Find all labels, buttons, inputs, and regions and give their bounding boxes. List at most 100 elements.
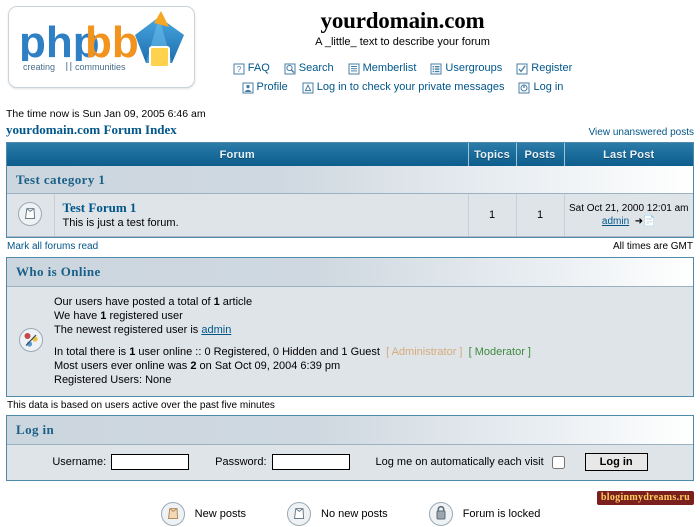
nav-private-messages[interactable]: Log in to check your private messages <box>302 79 504 96</box>
legend-new-posts: New posts <box>160 501 246 527</box>
username-input[interactable] <box>111 454 190 470</box>
no-new-posts-icon <box>287 502 312 526</box>
newest-user-link[interactable]: admin <box>201 324 231 336</box>
username-label: Username: <box>52 456 107 468</box>
who-is-online-icon-cell <box>7 286 54 396</box>
view-unanswered-posts-link[interactable]: View unanswered posts <box>589 127 694 138</box>
record-suffix: on Sat Oct 09, 2004 6:39 pm <box>196 360 341 372</box>
record-prefix: Most users ever online was <box>54 360 191 372</box>
record-online-line: Most users ever online was 2 on Sat Oct … <box>54 359 685 373</box>
last-post-author-link[interactable]: admin <box>602 216 629 227</box>
registered-list-line: Registered Users: None <box>54 374 172 386</box>
login-form: Username: Password: Log me on automatica… <box>7 453 693 471</box>
forum-table: Forum Topics Posts Last Post Test catego… <box>7 143 693 237</box>
login-title: Log in <box>16 422 55 437</box>
forum-link-test-forum-1[interactable]: Test Forum 1 <box>63 200 460 216</box>
registered-suffix: registered user <box>106 310 183 322</box>
timezone-label: All times are GMT <box>612 241 693 252</box>
new-posts-icon <box>160 502 185 526</box>
watermark: bloginmydreams.ru <box>596 491 694 505</box>
legend-no-new-posts: No new posts <box>286 501 388 527</box>
nav-memberlist-label: Memberlist <box>362 62 417 74</box>
register-icon <box>516 63 528 74</box>
who-is-online-icon <box>18 328 43 352</box>
header-main: yourdomain.com A _little_ text to descri… <box>205 6 600 96</box>
autologin-checkbox[interactable] <box>551 455 565 469</box>
mark-all-forums-read-link[interactable]: Mark all forums read <box>7 241 98 252</box>
nav-search[interactable]: Search <box>284 60 334 77</box>
nav-memberlist[interactable]: Memberlist <box>348 60 417 77</box>
online-middle: user online :: 0 Registered, 0 Hidden an… <box>135 346 380 358</box>
registered-users-line: We have 1 registered user <box>54 309 685 323</box>
role-legend-administrator: [ Administrator ] <box>386 346 463 358</box>
forum-page: php bb creating communities yourdomain.c… <box>0 0 700 526</box>
usergroups-icon <box>430 63 442 74</box>
forum-locked-icon <box>428 502 453 526</box>
site-header: php bb creating communities yourdomain.c… <box>0 0 700 105</box>
nav-profile[interactable]: Profile <box>242 79 288 96</box>
forum-subline: Mark all forums read All times are GMT <box>6 238 694 257</box>
total-posts-prefix: Our users have posted a total of <box>54 296 214 308</box>
legend-new-posts-label: New posts <box>194 508 247 520</box>
forum-name-cell: Test Forum 1 This is just a test forum. <box>54 193 469 237</box>
newest-user-line: The newest registered user is admin <box>54 323 685 337</box>
secondary-nav: Profile Log in to check your private mes… <box>205 79 600 96</box>
last-post-date: Sat Oct 21, 2000 12:01 am <box>568 203 689 214</box>
svg-text:bb: bb <box>85 18 139 67</box>
forum-description: This is just a test forum. <box>62 217 179 229</box>
column-header-posts: Posts <box>516 143 565 166</box>
site-description: A _little_ text to describe your forum <box>315 36 490 48</box>
nav-usergroups-label: Usergroups <box>445 62 503 74</box>
newest-user-prefix: The newest registered user is <box>54 324 202 336</box>
logo-cell: php bb creating communities <box>0 6 205 88</box>
who-is-online-body-row: Our users have posted a total of 1 artic… <box>7 286 693 396</box>
autologin-label: Log me on automatically each visit <box>375 456 544 468</box>
online-now-line: In total there is 1 user online :: 0 Reg… <box>54 345 685 359</box>
forum-index-link[interactable]: yourdomain.com Forum Index <box>6 122 177 138</box>
login-submit-button[interactable]: Log in <box>584 453 648 471</box>
login-header-row: Log in <box>7 416 693 445</box>
column-header-last-post: Last Post <box>564 143 693 166</box>
who-is-online-note: This data is based on users active over … <box>7 400 275 411</box>
column-header-topics: Topics <box>468 143 517 166</box>
nav-faq[interactable]: ? FAQ <box>233 60 270 77</box>
category-cell: Test category 1 <box>7 166 693 194</box>
login-panel: Log in Username: Password: Log me on aut… <box>6 415 694 481</box>
who-is-online-title: Who is Online <box>16 264 101 279</box>
column-header-forum: Forum <box>7 143 469 166</box>
icon-legend: New posts No new posts Forum is locked <box>0 501 700 527</box>
forum-last-post-cell: Sat Oct 21, 2000 12:01 am admin ➜📄 <box>564 193 693 237</box>
forum-topics-count: 1 <box>468 193 517 237</box>
who-is-online-panel: Who is Online Our users have posted a to <box>6 257 694 397</box>
svg-text:creating: creating <box>23 62 55 72</box>
nav-register[interactable]: Register <box>516 60 572 77</box>
current-time: The time now is Sun Jan 09, 2005 6:46 am <box>6 108 206 120</box>
search-icon <box>284 63 296 74</box>
login-header-cell: Log in <box>7 416 693 445</box>
total-posts-line: Our users have posted a total of 1 artic… <box>54 295 685 309</box>
nav-profile-label: Profile <box>256 81 288 93</box>
forum-list-panel: Forum Topics Posts Last Post Test catego… <box>6 142 694 238</box>
category-link-test-category-1[interactable]: Test category 1 <box>16 172 105 187</box>
table-header-row: Forum Topics Posts Last Post <box>7 143 693 166</box>
category-row: Test category 1 <box>7 166 693 194</box>
login-form-cell: Username: Password: Log me on automatica… <box>7 444 693 480</box>
goto-last-post-icon[interactable]: ➜📄 <box>632 216 656 227</box>
memberlist-icon <box>348 63 360 74</box>
login-table: Log in Username: Password: Log me on aut… <box>7 416 693 480</box>
password-input[interactable] <box>271 454 350 470</box>
breadcrumb: yourdomain.com Forum Index View unanswer… <box>0 121 700 142</box>
nav-login[interactable]: Log in <box>518 79 563 96</box>
nav-search-label: Search <box>298 62 334 74</box>
registered-prefix: We have <box>54 310 101 322</box>
phpbb-logo-graphic: php bb creating communities <box>9 7 192 85</box>
nav-login-label: Log in <box>533 81 564 93</box>
nav-usergroups[interactable]: Usergroups <box>430 60 502 77</box>
svg-text:communities: communities <box>75 62 126 72</box>
phpbb-logo[interactable]: php bb creating communities <box>8 6 195 88</box>
forum-status-cell <box>7 193 55 237</box>
legend-forum-locked-label: Forum is locked <box>462 508 541 520</box>
private-messages-icon <box>302 82 314 93</box>
profile-icon <box>242 82 254 93</box>
svg-text:?: ? <box>237 65 242 74</box>
